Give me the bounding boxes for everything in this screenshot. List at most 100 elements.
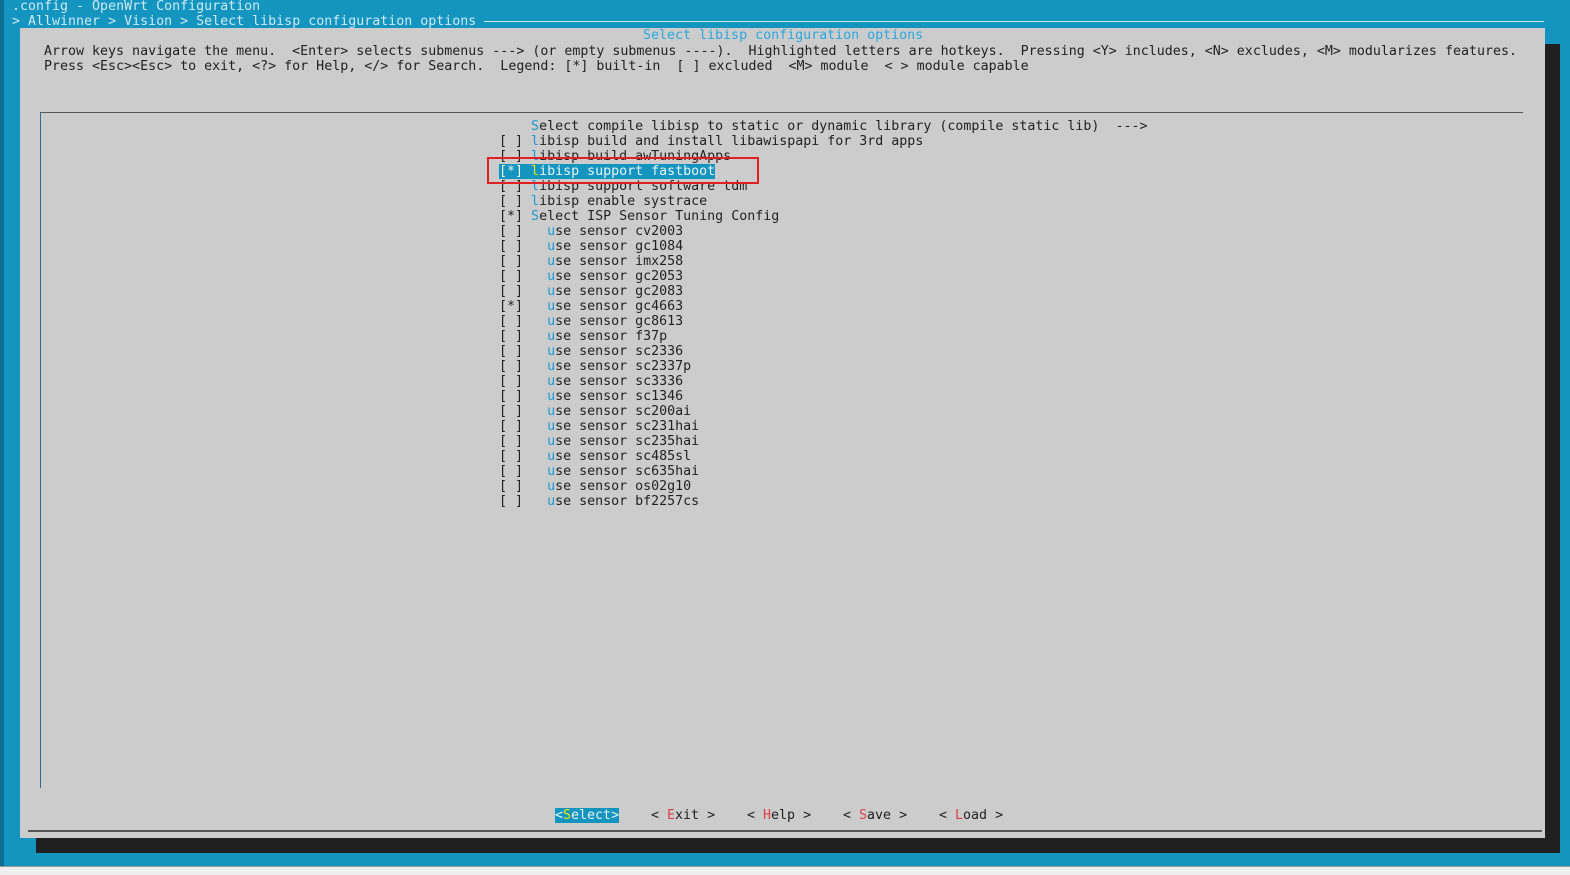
hotkey: u: [547, 494, 556, 509]
checkbox[interactable]: [ ]: [499, 464, 523, 479]
annotation-highlight: [487, 157, 759, 184]
checkbox[interactable]: [ ]: [499, 434, 523, 449]
checkbox[interactable]: [ ]: [499, 314, 523, 329]
hotkey: l: [531, 194, 540, 209]
menu-item[interactable]: [ ] use sensor os02g10: [499, 479, 691, 494]
menu-item[interactable]: [ ] libisp build and install libawispapi…: [499, 134, 923, 149]
menu-item-label: se sensor gc2083: [555, 284, 684, 299]
menu-box: [40, 112, 1523, 788]
checkbox[interactable]: [ ]: [499, 194, 523, 209]
menu-item[interactable]: [ ] use sensor bf2257cs: [499, 494, 699, 509]
bracket: <: [747, 808, 764, 823]
breadcrumb: > Allwinner > Vision > Select libisp con…: [12, 14, 477, 29]
select-button[interactable]: <Select>: [555, 808, 620, 823]
bracket: >: [891, 808, 908, 823]
menu-item-label: se sensor bf2257cs: [555, 494, 700, 509]
menu-item[interactable]: [ ] use sensor sc2336: [499, 344, 683, 359]
checkbox[interactable]: [ ]: [499, 344, 523, 359]
menu-item-label: se sensor sc231hai: [555, 419, 700, 434]
menu-item-label: se sensor os02g10: [555, 479, 692, 494]
menu-item[interactable]: [ ] use sensor sc1346: [499, 389, 683, 404]
menu-item-label: se sensor gc4663: [555, 299, 684, 314]
checkbox[interactable]: [ ]: [499, 239, 523, 254]
menu-item-label: se sensor sc3336: [555, 374, 684, 389]
menu-item-label: se sensor sc200ai: [555, 404, 692, 419]
checkbox[interactable]: [ ]: [499, 449, 523, 464]
bracket: >: [795, 808, 812, 823]
hotkey: u: [547, 434, 556, 449]
menu-item[interactable]: [ ] use sensor sc2337p: [499, 359, 691, 374]
hotkey: S: [531, 119, 540, 134]
menu-item[interactable]: [ ] use sensor sc200ai: [499, 404, 691, 419]
exit-button[interactable]: < Exit >: [651, 808, 715, 823]
menu-item[interactable]: [ ] use sensor gc2053: [499, 269, 683, 284]
hotkey: u: [547, 449, 556, 464]
menu-item[interactable]: [*] use sensor gc4663: [499, 299, 683, 314]
menu-item-label: se sensor f37p: [555, 329, 668, 344]
checkbox[interactable]: [ ]: [499, 329, 523, 344]
menu-item-label: se sensor gc2053: [555, 269, 684, 284]
hotkey: u: [547, 239, 556, 254]
menu-item[interactable]: [ ] use sensor sc3336: [499, 374, 683, 389]
checkbox[interactable]: [ ]: [499, 389, 523, 404]
checkbox[interactable]: [*]: [499, 209, 523, 224]
menu-item-label: elect ISP Sensor Tuning Config: [539, 209, 780, 224]
hotkey: u: [547, 314, 556, 329]
bracket: <: [843, 808, 860, 823]
checkbox[interactable]: [ ]: [499, 404, 523, 419]
checkbox[interactable]: [ ]: [499, 254, 523, 269]
checkbox[interactable]: [ ]: [499, 374, 523, 389]
load-button[interactable]: < Load >: [939, 808, 1003, 823]
hotkey: H: [763, 808, 772, 823]
menu-item-label: ibisp enable systrace: [539, 194, 708, 209]
menu-item[interactable]: [*] Select ISP Sensor Tuning Config: [499, 209, 779, 224]
help-button[interactable]: < Help >: [747, 808, 811, 823]
hotkey: u: [547, 269, 556, 284]
menu-item[interactable]: [ ] use sensor cv2003: [499, 224, 683, 239]
menu-item-label: se sensor sc2336: [555, 344, 684, 359]
checkbox[interactable]: [ ]: [499, 479, 523, 494]
menu-item[interactable]: Select compile libisp to static or dynam…: [499, 119, 1147, 134]
checkbox[interactable]: [499, 119, 523, 134]
menu-item[interactable]: [ ] use sensor sc235hai: [499, 434, 699, 449]
help-text-2: Press <Esc><Esc> to exit, <?> for Help, …: [44, 59, 1029, 74]
checkbox[interactable]: [ ]: [499, 494, 523, 509]
hotkey: E: [667, 808, 676, 823]
checkbox[interactable]: [ ]: [499, 419, 523, 434]
menu-item[interactable]: [ ] libisp enable systrace: [499, 194, 707, 209]
menu-item[interactable]: [ ] use sensor sc485sl: [499, 449, 691, 464]
hotkey: u: [547, 299, 556, 314]
hotkey: l: [531, 134, 540, 149]
menu-item[interactable]: [ ] use sensor f37p: [499, 329, 667, 344]
hotkey: u: [547, 419, 556, 434]
bracket: <: [939, 808, 956, 823]
menu-item[interactable]: [ ] use sensor imx258: [499, 254, 683, 269]
menu-item-label: se sensor gc1084: [555, 239, 684, 254]
save-button[interactable]: < Save >: [843, 808, 907, 823]
menu-item[interactable]: [ ] use sensor gc8613: [499, 314, 683, 329]
checkbox[interactable]: [ ]: [499, 224, 523, 239]
dialog-title: Select libisp configuration options: [643, 28, 924, 43]
menu-item[interactable]: [ ] use sensor sc231hai: [499, 419, 699, 434]
menu-item[interactable]: [ ] use sensor sc635hai: [499, 464, 699, 479]
bracket: >: [611, 808, 620, 823]
menu-item-label: se sensor imx258: [555, 254, 684, 269]
menu-item-label: ibisp build and install libawispapi for …: [539, 134, 924, 149]
menu-item[interactable]: [ ] use sensor gc1084: [499, 239, 683, 254]
menu-item[interactable]: [ ] use sensor gc2083: [499, 284, 683, 299]
checkbox[interactable]: [ ]: [499, 359, 523, 374]
checkbox[interactable]: [*]: [499, 299, 523, 314]
checkbox[interactable]: [ ]: [499, 269, 523, 284]
checkbox[interactable]: [ ]: [499, 134, 523, 149]
hotkey: u: [547, 329, 556, 344]
checkbox[interactable]: [ ]: [499, 284, 523, 299]
hotkey: u: [547, 374, 556, 389]
